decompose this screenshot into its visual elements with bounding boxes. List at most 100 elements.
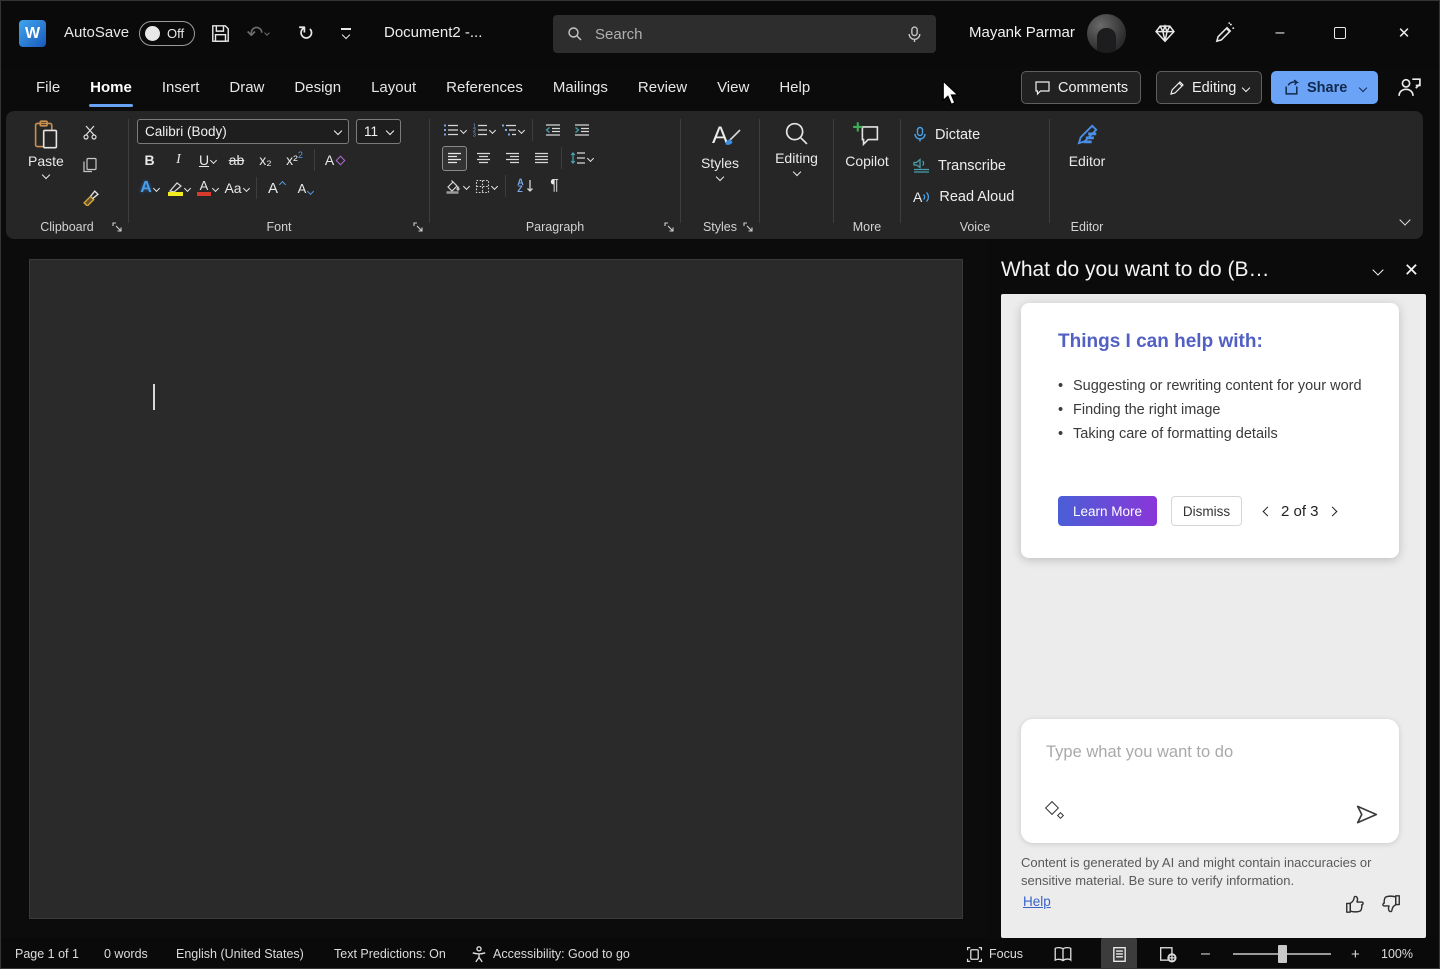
help-link[interactable]: Help — [1023, 894, 1051, 909]
word-count[interactable]: 0 words — [104, 938, 148, 969]
avatar[interactable] — [1087, 14, 1126, 53]
align-left-button[interactable] — [442, 146, 467, 171]
zoom-out-button[interactable]: – — [1201, 938, 1210, 969]
copilot-button[interactable]: Copilot — [845, 116, 889, 214]
word-logo-icon[interactable]: W — [19, 20, 46, 47]
pager-next-icon[interactable] — [1327, 506, 1337, 516]
read-aloud-button[interactable]: A Read Aloud — [901, 181, 1049, 212]
clear-formatting-button[interactable]: A — [322, 148, 347, 173]
shrink-font-button[interactable]: A — [293, 176, 318, 201]
page-indicator[interactable]: Page 1 of 1 — [15, 938, 79, 969]
collapse-ribbon-button[interactable] — [1401, 211, 1409, 229]
grow-font-button[interactable]: A — [264, 176, 289, 201]
bold-button[interactable]: B — [137, 148, 162, 173]
tab-mailings[interactable]: Mailings — [538, 67, 623, 111]
maximize-button[interactable] — [1323, 17, 1357, 49]
user-name[interactable]: Mayank Parmar — [969, 24, 1075, 41]
tab-help[interactable]: Help — [764, 67, 825, 111]
italic-button[interactable]: I — [166, 148, 191, 173]
superscript-button[interactable]: x²2 — [282, 148, 307, 173]
close-button[interactable]: ✕ — [1387, 17, 1421, 49]
transcribe-button[interactable]: Transcribe — [901, 150, 1049, 181]
subscript-button[interactable]: x₂ — [253, 148, 278, 173]
font-family-select[interactable]: Calibri (Body) — [137, 119, 349, 144]
zoom-level[interactable]: 100% — [1381, 938, 1413, 969]
justify-button[interactable] — [529, 146, 554, 171]
styles-button[interactable]: A Styles — [701, 116, 739, 214]
text-predictions[interactable]: Text Predictions: On — [334, 938, 446, 969]
send-button[interactable] — [1355, 804, 1379, 825]
zoom-in-button[interactable]: + — [1351, 938, 1360, 969]
tab-insert[interactable]: Insert — [147, 67, 215, 111]
premium-gem-icon[interactable] — [1154, 22, 1176, 44]
tab-home[interactable]: Home — [75, 67, 147, 111]
bullets-button[interactable] — [442, 118, 467, 143]
editor-button[interactable]: Editor — [1069, 116, 1106, 214]
chat-input[interactable] — [1046, 743, 1377, 762]
document-page[interactable] — [29, 259, 963, 919]
web-layout-button[interactable] — [1159, 938, 1177, 969]
tab-review[interactable]: Review — [623, 67, 702, 111]
zoom-slider[interactable] — [1233, 938, 1331, 969]
document-title[interactable]: Document2 -... — [384, 24, 482, 41]
multilevel-list-button[interactable] — [500, 118, 525, 143]
line-spacing-button[interactable] — [569, 146, 594, 171]
read-mode-button[interactable] — [1053, 938, 1073, 969]
decrease-indent-button[interactable] — [540, 118, 565, 143]
focus-button[interactable]: Focus — [966, 938, 1023, 969]
print-layout-button[interactable] — [1101, 938, 1137, 969]
dismiss-button[interactable]: Dismiss — [1171, 496, 1242, 526]
shading-button[interactable] — [444, 174, 469, 199]
thumbs-up-icon[interactable] — [1345, 894, 1366, 914]
align-right-button[interactable] — [500, 146, 525, 171]
share-button[interactable]: Share — [1271, 71, 1378, 104]
tab-design[interactable]: Design — [279, 67, 356, 111]
pane-close-icon[interactable]: ✕ — [1398, 260, 1425, 281]
autosave-toggle[interactable]: Off — [139, 21, 195, 46]
tab-file[interactable]: File — [21, 67, 75, 111]
redo-icon[interactable]: ↻ — [294, 21, 318, 45]
paste-button[interactable]: Paste — [28, 116, 64, 178]
sort-button[interactable]: AZ — [513, 174, 538, 199]
pane-collapse-icon[interactable] — [1358, 261, 1398, 279]
accessibility-status[interactable]: Accessibility: Good to go — [471, 938, 630, 969]
copy-button[interactable] — [78, 152, 103, 177]
tab-layout[interactable]: Layout — [356, 67, 431, 111]
editing-mode-button[interactable]: Editing — [1156, 71, 1262, 104]
zoom-slider-handle[interactable] — [1278, 945, 1287, 963]
presenter-icon[interactable] — [1397, 75, 1422, 100]
pen-sparkle-icon[interactable] — [1213, 22, 1236, 45]
font-color-button[interactable]: A — [195, 176, 220, 201]
tab-draw[interactable]: Draw — [214, 67, 279, 111]
customize-quick-access-icon[interactable] — [334, 21, 358, 45]
language-indicator[interactable]: English (United States) — [176, 938, 304, 969]
search-input[interactable] — [595, 26, 907, 43]
paragraph-dialog-launcher[interactable] — [664, 222, 675, 233]
pager-prev-icon[interactable] — [1263, 506, 1273, 516]
highlight-button[interactable] — [166, 176, 191, 201]
dictate-button[interactable]: Dictate — [901, 119, 1049, 150]
change-case-button[interactable]: Aa — [224, 176, 249, 201]
strikethrough-button[interactable]: ab — [224, 148, 249, 173]
editing-button[interactable]: Editing — [775, 116, 818, 214]
font-dialog-launcher[interactable] — [413, 222, 424, 233]
text-effects-button[interactable]: A — [137, 176, 162, 201]
undo-icon[interactable]: ↶ — [246, 21, 270, 45]
tab-view[interactable]: View — [702, 67, 764, 111]
tab-references[interactable]: References — [431, 67, 538, 111]
thumbs-down-icon[interactable] — [1380, 894, 1401, 914]
minimize-button[interactable]: – — [1263, 17, 1297, 49]
numbering-button[interactable]: 123 — [471, 118, 496, 143]
align-center-button[interactable] — [471, 146, 496, 171]
format-painter-button[interactable] — [78, 185, 103, 210]
learn-more-button[interactable]: Learn More — [1058, 496, 1157, 526]
cut-button[interactable] — [78, 119, 103, 144]
borders-button[interactable] — [473, 174, 498, 199]
save-icon[interactable] — [208, 21, 232, 45]
comments-button[interactable]: Comments — [1021, 71, 1141, 104]
font-size-select[interactable]: 11 — [356, 119, 401, 144]
clipboard-dialog-launcher[interactable] — [112, 222, 123, 233]
styles-dialog-launcher[interactable] — [743, 222, 754, 233]
underline-button[interactable]: U — [195, 148, 220, 173]
search-box[interactable] — [553, 15, 936, 53]
